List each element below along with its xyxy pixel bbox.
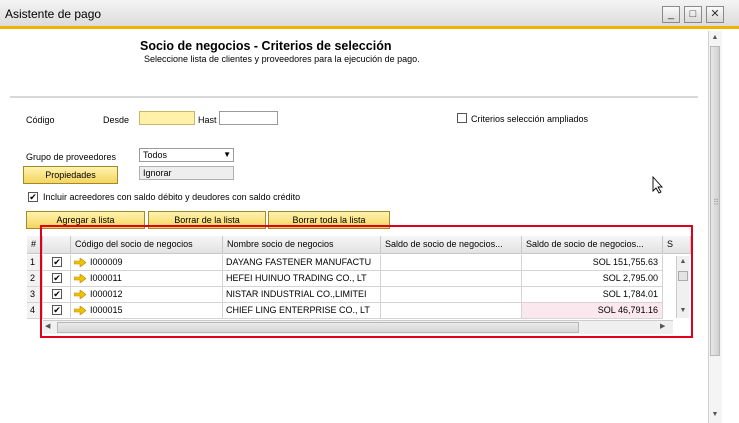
desde-label: Desde xyxy=(103,115,130,125)
incluir-label: Incluir acreedores con saldo débito y de… xyxy=(43,192,301,202)
window-scroll-down-icon[interactable]: ▼ xyxy=(710,410,720,420)
header-separator xyxy=(10,96,698,98)
criterios-label: Criterios selección ampliados xyxy=(471,114,589,124)
mouse-cursor-icon xyxy=(652,176,664,194)
grupo-select[interactable]: Todos ▼ xyxy=(139,148,234,162)
window-scroll-up-icon[interactable]: ▲ xyxy=(710,33,720,43)
maximize-button[interactable]: □ xyxy=(684,6,702,23)
hasta-label: Hast xyxy=(198,115,217,125)
grupo-select-value: Todos xyxy=(143,150,168,160)
page-title: Socio de negocios - Criterios de selecci… xyxy=(140,39,392,53)
title-bar xyxy=(0,0,739,29)
incluir-checkbox[interactable]: ✔ xyxy=(28,192,38,202)
highlight-frame xyxy=(40,225,693,338)
chevron-down-icon: ▼ xyxy=(223,150,231,159)
minimize-button[interactable]: _ xyxy=(662,6,680,23)
window-title: Asistente de pago xyxy=(5,7,102,21)
resize-grip-icon: ⠿ xyxy=(713,198,719,207)
codigo-label: Código xyxy=(26,115,55,125)
propiedades-button[interactable]: Propiedades xyxy=(23,166,118,184)
grupo-label: Grupo de proveedores xyxy=(26,152,117,162)
ignorar-field: Ignorar xyxy=(139,166,234,180)
desde-input[interactable] xyxy=(139,111,195,125)
close-button[interactable]: ✕ xyxy=(706,6,724,23)
criterios-checkbox[interactable] xyxy=(457,113,467,123)
hasta-input[interactable] xyxy=(219,111,278,125)
page-subtitle: Seleccione lista de clientes y proveedor… xyxy=(144,54,420,64)
